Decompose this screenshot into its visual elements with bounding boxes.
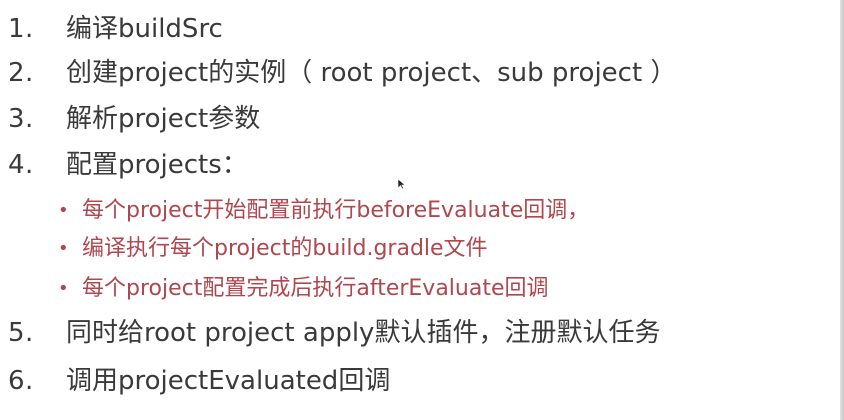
item-number: 1. xyxy=(8,14,34,44)
item-text: 调用projectEvaluated回调 xyxy=(66,366,391,396)
mouse-pointer-icon xyxy=(397,178,407,190)
item-number: 3. xyxy=(8,104,34,134)
item-text: 编译buildSrc xyxy=(66,14,223,44)
slide: 1. 编译buildSrc 2. 创建project的实例（ root proj… xyxy=(0,0,844,420)
bullet-icon: • xyxy=(58,278,69,299)
item-text: 同时给root project apply默认插件，注册默认任务 xyxy=(66,318,661,348)
item-text: 创建project的实例（ root project、sub project ） xyxy=(66,58,677,88)
bullet-icon: • xyxy=(58,238,69,259)
item-text: 配置projects： xyxy=(66,150,248,180)
item-text: 解析project参数 xyxy=(66,104,261,134)
sub-item-text: 编译执行每个project的build.gradle文件 xyxy=(82,236,488,261)
bullet-icon: • xyxy=(58,200,69,221)
item-number: 5. xyxy=(8,318,34,348)
item-number: 2. xyxy=(8,58,34,88)
item-number: 6. xyxy=(8,366,34,396)
item-number: 4. xyxy=(8,150,34,180)
sub-item-text: 每个project开始配置前执行beforeEvaluate回调， xyxy=(82,198,590,223)
sub-item-text: 每个project配置完成后执行afterEvaluate回调 xyxy=(82,276,549,301)
